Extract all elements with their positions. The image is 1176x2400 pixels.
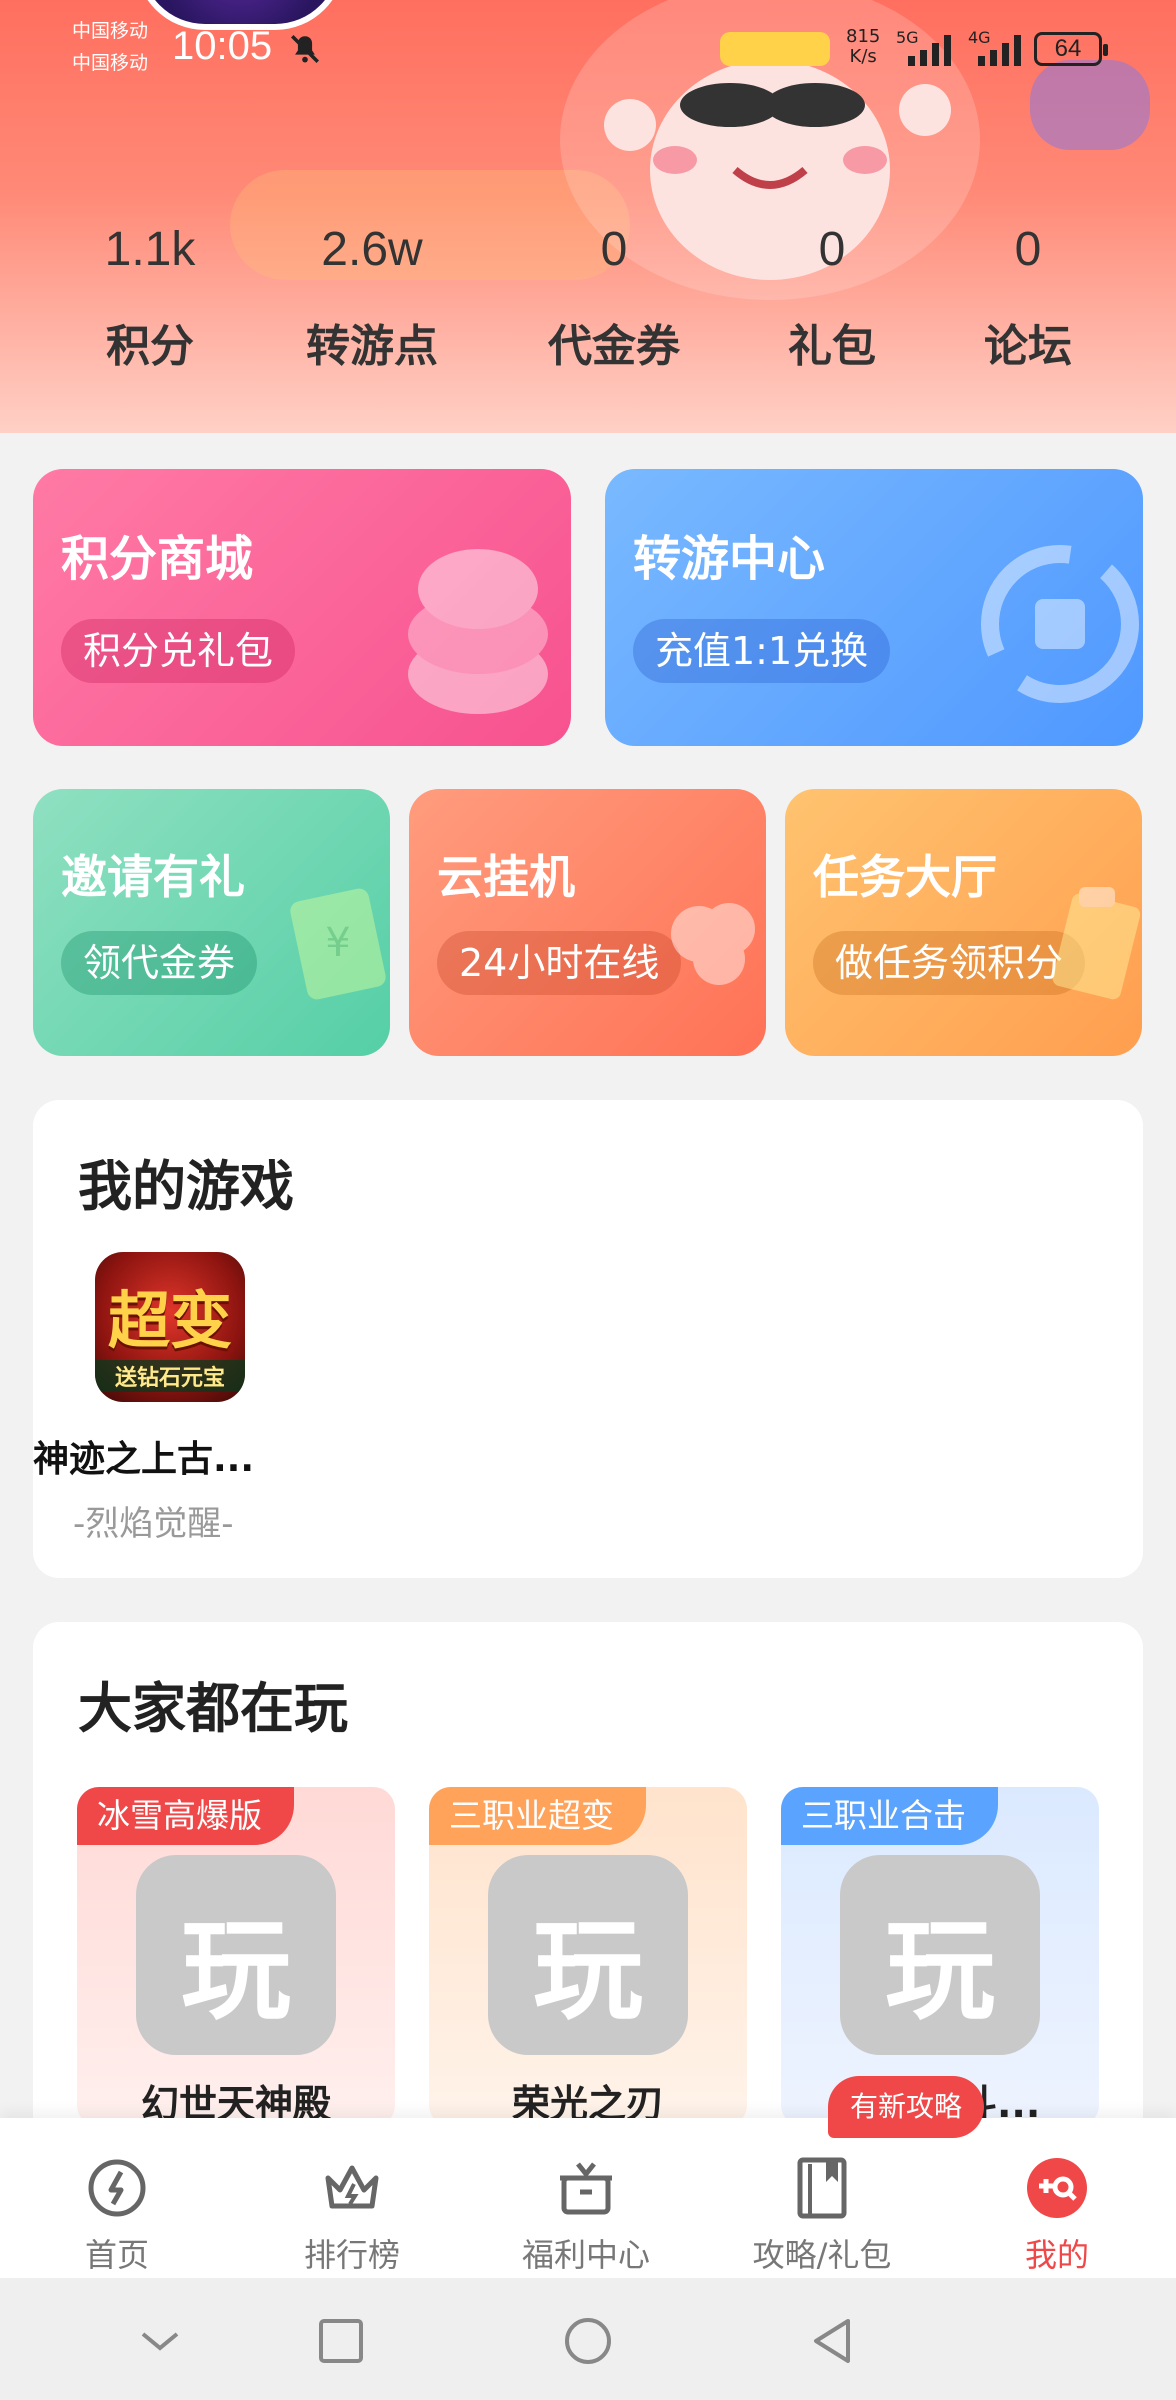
coins-icon bbox=[408, 549, 548, 714]
stat-value: 0 bbox=[818, 223, 846, 276]
card-title: 任务大厅 bbox=[813, 850, 997, 904]
bottom-nav: 首页 排行榜 福利中心 攻略/礼包 我的 bbox=[0, 2118, 1176, 2278]
everyone-playing-panel: 大家都在玩 冰雪高爆版 玩 幻世天神殿 三职业超变 玩 荣光之刃 三职业合击 玩… bbox=[33, 1622, 1143, 2142]
game-icon: 玩 bbox=[488, 1855, 688, 2055]
card-subtitle: 领代金券 bbox=[61, 931, 258, 995]
game-icon[interactable]: 超变 送钻石元宝 bbox=[95, 1252, 245, 1402]
stat-label: 论坛 bbox=[984, 321, 1072, 372]
game-card[interactable]: 冰雪高爆版 玩 幻世天神殿 bbox=[77, 1787, 395, 2127]
stat-vouchers[interactable]: 0 代金券 bbox=[514, 210, 714, 374]
status-bar: 中国移动 中国移动 10:05 815 K/s 5G 4G 64 bbox=[0, 0, 1176, 90]
task-hall-card[interactable]: 任务大厅 做任务领积分 bbox=[785, 789, 1142, 1056]
back-triangle-icon[interactable] bbox=[808, 2316, 858, 2366]
card-title: 云挂机 bbox=[437, 850, 575, 904]
status-time: 10:05 bbox=[172, 24, 273, 68]
profile-header: 中国移动 中国移动 10:05 815 K/s 5G 4G 64 1.1k 积分 bbox=[0, 0, 1176, 433]
game-tag: 三职业合击 bbox=[781, 1787, 998, 1845]
svg-text:¥: ¥ bbox=[325, 920, 350, 966]
net-speed: 815 K/s bbox=[846, 26, 881, 67]
stat-points[interactable]: 1.1k 积分 bbox=[50, 210, 250, 374]
nav-ranking[interactable]: 排行榜 bbox=[252, 2118, 452, 2278]
home-icon bbox=[88, 2159, 146, 2217]
invite-card[interactable]: 邀请有礼 领代金券 ¥ bbox=[33, 789, 390, 1056]
stat-forum[interactable]: 0 论坛 bbox=[928, 210, 1128, 374]
recent-apps-icon[interactable] bbox=[316, 2316, 366, 2366]
stat-value: 2.6w bbox=[321, 223, 423, 276]
nav-home[interactable]: 首页 bbox=[17, 2118, 217, 2278]
game-icon: 玩 bbox=[840, 1855, 1040, 2055]
nav-label: 我的 bbox=[1024, 2236, 1089, 2274]
task-icon bbox=[1052, 887, 1141, 1000]
cloud-icon bbox=[671, 903, 755, 985]
card-subtitle: 做任务领积分 bbox=[813, 931, 1086, 995]
crown-icon bbox=[325, 2165, 379, 2209]
exchange-icon bbox=[981, 545, 1139, 703]
stat-transfer-points[interactable]: 2.6w 转游点 bbox=[272, 210, 472, 374]
book-icon bbox=[797, 2157, 847, 2219]
stat-value: 1.1k bbox=[104, 223, 196, 276]
nav-guides-gifts[interactable]: 攻略/礼包 bbox=[722, 2118, 922, 2278]
my-games-panel: 我的游戏 超变 送钻石元宝 神迹之上古... -烈焰觉醒- bbox=[33, 1100, 1143, 1578]
stat-label: 转游点 bbox=[306, 321, 438, 372]
game-card[interactable]: 三职业超变 玩 荣光之刃 bbox=[429, 1787, 747, 2127]
transfer-center-card[interactable]: 转游中心 充值1:1兑换 bbox=[605, 469, 1143, 746]
stat-label: 代金券 bbox=[548, 321, 680, 372]
stat-value: 0 bbox=[1014, 223, 1042, 276]
stat-gift-packs[interactable]: 0 礼包 bbox=[732, 210, 932, 374]
points-mall-card[interactable]: 积分商城 积分兑礼包 bbox=[33, 469, 571, 746]
game-icon: 玩 bbox=[136, 1855, 336, 2055]
voucher-icon: ¥ bbox=[290, 888, 386, 1000]
nav-label: 攻略/礼包 bbox=[752, 2236, 892, 2274]
chevron-down-icon[interactable] bbox=[135, 2316, 185, 2366]
carrier-label: 中国移动 bbox=[72, 20, 149, 42]
system-nav-bar bbox=[0, 2278, 1176, 2400]
card-subtitle: 充值1:1兑换 bbox=[633, 619, 891, 683]
stats-row: 1.1k 积分 2.6w 转游点 0 代金券 0 礼包 0 论坛 bbox=[0, 210, 1176, 410]
game-subtitle: -烈焰觉醒- bbox=[73, 1504, 234, 1544]
section-title: 我的游戏 bbox=[78, 1155, 294, 1218]
bell-off-icon bbox=[290, 34, 320, 64]
card-title: 邀请有礼 bbox=[61, 850, 245, 904]
card-title: 转游中心 bbox=[633, 531, 826, 587]
nav-label: 首页 bbox=[84, 2236, 149, 2274]
cloud-idle-card[interactable]: 云挂机 24小时在线 bbox=[409, 789, 766, 1056]
carrier-label: 中国移动 bbox=[72, 52, 149, 74]
profile-icon bbox=[1027, 2158, 1087, 2218]
stat-label: 积分 bbox=[106, 321, 194, 372]
battery-icon: 64 bbox=[1034, 32, 1108, 66]
nav-label: 排行榜 bbox=[303, 2236, 400, 2274]
home-circle-icon[interactable] bbox=[563, 2316, 613, 2366]
game-tag: 冰雪高爆版 bbox=[77, 1787, 294, 1845]
card-subtitle: 积分兑礼包 bbox=[61, 619, 296, 683]
nav-mine[interactable]: 我的 bbox=[957, 2118, 1157, 2278]
gift-icon bbox=[560, 2162, 612, 2215]
stat-value: 0 bbox=[600, 223, 628, 276]
new-guide-badge[interactable]: 有新攻略 bbox=[828, 2076, 985, 2138]
card-title: 积分商城 bbox=[61, 531, 254, 587]
stat-label: 礼包 bbox=[788, 321, 876, 372]
nav-label: 福利中心 bbox=[521, 2236, 650, 2274]
section-title: 大家都在玩 bbox=[78, 1677, 348, 1740]
card-subtitle: 24小时在线 bbox=[437, 931, 682, 995]
game-name[interactable]: 神迹之上古... bbox=[33, 1430, 273, 1482]
signal-icon bbox=[978, 35, 1021, 66]
signal-icon bbox=[908, 35, 951, 66]
nav-welfare-center[interactable]: 福利中心 bbox=[486, 2118, 686, 2278]
game-tag: 三职业超变 bbox=[429, 1787, 646, 1845]
